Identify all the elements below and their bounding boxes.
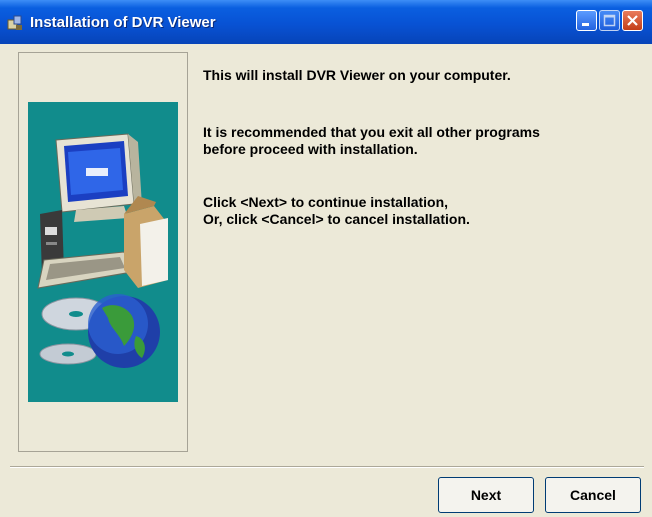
installer-window: Installation of DVR Viewer This will ins… [0, 0, 652, 517]
recommendation-text: It is recommended that you exit all othe… [203, 124, 540, 157]
globe-icon [88, 294, 160, 368]
maximize-icon [603, 14, 616, 27]
minimize-icon [582, 23, 589, 26]
close-icon [627, 15, 638, 26]
software-box-icon [124, 196, 168, 288]
window-title: Installation of DVR Viewer [30, 14, 216, 31]
separator [10, 466, 644, 468]
intro-text: This will install DVR Viewer on your com… [203, 67, 511, 83]
cancel-button[interactable]: Cancel [545, 477, 641, 513]
title-bar[interactable]: Installation of DVR Viewer [0, 0, 652, 44]
installer-icon [6, 14, 24, 32]
maximize-button[interactable] [599, 10, 620, 31]
minimize-button[interactable] [576, 10, 597, 31]
next-button[interactable]: Next [438, 477, 534, 513]
close-button[interactable] [622, 10, 643, 31]
installer-illustration [28, 102, 178, 402]
instruction-text: Click <Next> to continue installation, O… [203, 194, 470, 227]
